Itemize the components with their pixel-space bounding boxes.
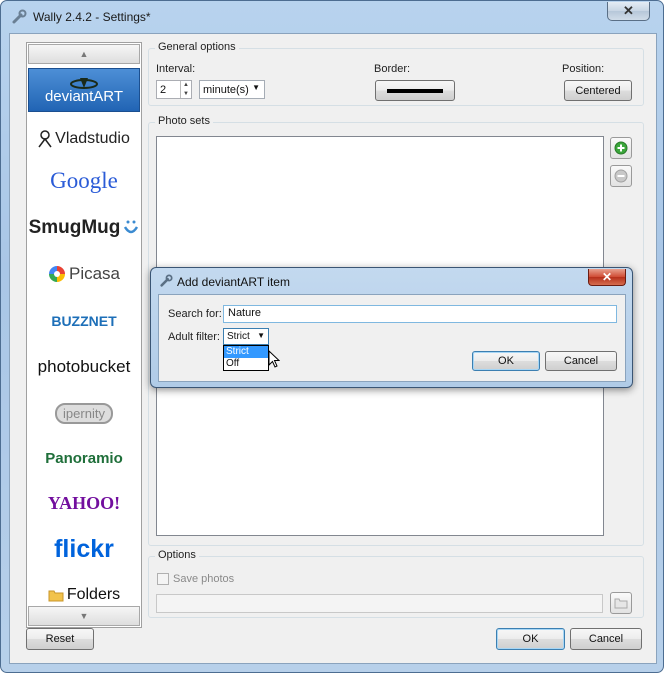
close-icon: ✕ — [601, 270, 613, 284]
general-options-title: General options — [155, 41, 239, 53]
dialog-close-button[interactable]: ✕ — [588, 269, 626, 286]
google-logo-icon: Google — [50, 168, 118, 193]
position-value: Centered — [575, 84, 621, 97]
folder-icon — [614, 598, 628, 608]
stepper-up-icon[interactable]: ▲ — [181, 81, 191, 90]
panoramio-logo-icon: Panoramio — [45, 449, 123, 467]
window-close-button[interactable]: ✕ — [607, 2, 650, 21]
reset-button-label: Reset — [45, 633, 75, 645]
dialog-ok-button[interactable]: OK — [472, 351, 540, 371]
sidebar-item-label: Folders — [66, 586, 121, 603]
wrench-icon — [160, 274, 173, 287]
cancel-button-label: Cancel — [588, 633, 624, 645]
ok-button-label: OK — [522, 633, 539, 645]
adult-filter-label: Adult filter: — [168, 331, 220, 343]
chevron-down-icon: ▼ — [257, 331, 265, 340]
add-icon — [614, 141, 628, 155]
ipernity-logo-icon: ipernity — [63, 405, 105, 421]
add-deviantart-item-dialog: Add deviantART item ✕ Search for: Nature… — [150, 267, 633, 388]
wrench-icon — [12, 9, 27, 24]
dialog-cancel-label: Cancel — [563, 355, 599, 367]
folder-icon — [48, 590, 64, 601]
interval-label: Interval: — [156, 63, 196, 75]
dialog-client-area: Search for: Nature Adult filter: Strict … — [158, 294, 626, 382]
yahoo-logo-icon: YAHOO! — [47, 492, 121, 513]
chevron-up-icon: ▲ — [79, 49, 89, 59]
interval-stepper[interactable]: 2 ▲ ▼ — [156, 80, 192, 99]
interval-value: 2 — [160, 83, 167, 96]
options-title: Options — [155, 549, 199, 561]
title-bar[interactable]: Wally 2.4.2 - Settings* ✕ — [1, 1, 663, 33]
reset-button[interactable]: Reset — [26, 628, 94, 650]
picasa-logo-icon — [48, 266, 65, 282]
sidebar-item-label: Picasa — [68, 264, 121, 283]
sidebar-item-panoramio[interactable]: Panoramio — [28, 436, 140, 480]
dialog-title: Add deviantART item — [177, 275, 290, 289]
cancel-button[interactable]: Cancel — [570, 628, 642, 650]
save-photos-label: Save photos — [173, 573, 235, 585]
position-label: Position: — [562, 63, 605, 75]
sidebar-item-ipernity[interactable]: ipernity — [28, 391, 140, 435]
sidebar-item-label: deviantART — [44, 87, 124, 105]
interval-unit-select[interactable]: minute(s) ▼ — [199, 80, 265, 99]
sidebar-item-smugmug[interactable]: SmugMug — [28, 206, 140, 250]
sidebar-scroll-down-button[interactable]: ▼ — [28, 606, 140, 626]
search-for-label: Search for: — [168, 308, 222, 320]
adult-filter-select[interactable]: Strict ▼ — [223, 328, 269, 345]
search-input-value: Nature — [228, 307, 262, 319]
save-folder-field[interactable] — [156, 594, 603, 613]
sidebar-item-picasa[interactable]: Picasa — [28, 252, 140, 296]
deviantart-logo-icon — [69, 77, 98, 89]
photobucket-logo-icon: photobucket — [37, 357, 131, 376]
adult-filter-value: Strict — [227, 331, 250, 342]
chevron-down-icon: ▼ — [252, 83, 260, 92]
dialog-ok-label: OK — [498, 355, 514, 367]
sidebar-item-label: Vladstudio — [55, 130, 130, 147]
vladstudio-logo-icon — [38, 130, 52, 148]
adult-filter-option-strict[interactable]: Strict — [224, 346, 268, 358]
sidebar-item-photobucket[interactable]: photobucket — [28, 345, 140, 389]
position-button[interactable]: Centered — [564, 80, 632, 101]
remove-icon — [614, 169, 628, 183]
adult-filter-option-off[interactable]: Off — [224, 358, 268, 370]
add-photo-set-button[interactable] — [610, 137, 632, 159]
close-icon: ✕ — [623, 3, 634, 18]
save-photos-checkbox[interactable]: Save photos — [157, 573, 234, 585]
flickr-logo-icon: flickr — [54, 534, 114, 563]
sidebar-item-label: SmugMug — [28, 217, 121, 238]
border-label: Border: — [374, 63, 411, 75]
interval-unit-value: minute(s) — [203, 83, 249, 96]
search-input[interactable]: Nature — [223, 305, 617, 323]
browse-folder-button[interactable] — [610, 592, 632, 614]
sidebar-item-google[interactable]: Google — [28, 159, 140, 203]
stepper-down-icon[interactable]: ▼ — [181, 90, 191, 99]
sidebar-item-yahoo[interactable]: YAHOO! — [28, 481, 140, 525]
sidebar-item-deviantart[interactable]: deviantART — [28, 68, 140, 112]
buzznet-logo-icon: BUZZNET — [51, 313, 117, 329]
border-color-button[interactable] — [375, 80, 455, 101]
adult-filter-dropdown: Strict Off — [223, 345, 269, 371]
sidebar-scroll-up-button[interactable]: ▲ — [28, 44, 140, 64]
sidebar-item-buzznet[interactable]: BUZZNET — [28, 299, 140, 343]
chevron-down-icon: ▼ — [79, 611, 89, 621]
checkbox-box — [157, 573, 169, 585]
photo-sets-title: Photo sets — [155, 115, 213, 127]
dialog-cancel-button[interactable]: Cancel — [545, 351, 617, 371]
ok-button[interactable]: OK — [496, 628, 565, 650]
window-title: Wally 2.4.2 - Settings* — [33, 10, 151, 24]
remove-photo-set-button[interactable] — [610, 165, 632, 187]
sidebar-item-vladstudio[interactable]: Vladstudio — [28, 117, 140, 161]
border-color-swatch — [387, 88, 443, 93]
smugmug-logo-icon — [124, 220, 139, 234]
sidebar-item-flickr[interactable]: flickr — [28, 527, 140, 571]
mouse-cursor-icon — [268, 350, 280, 368]
source-sidebar: ▲ deviantART Vladstudio Google SmugMug P… — [26, 42, 142, 628]
